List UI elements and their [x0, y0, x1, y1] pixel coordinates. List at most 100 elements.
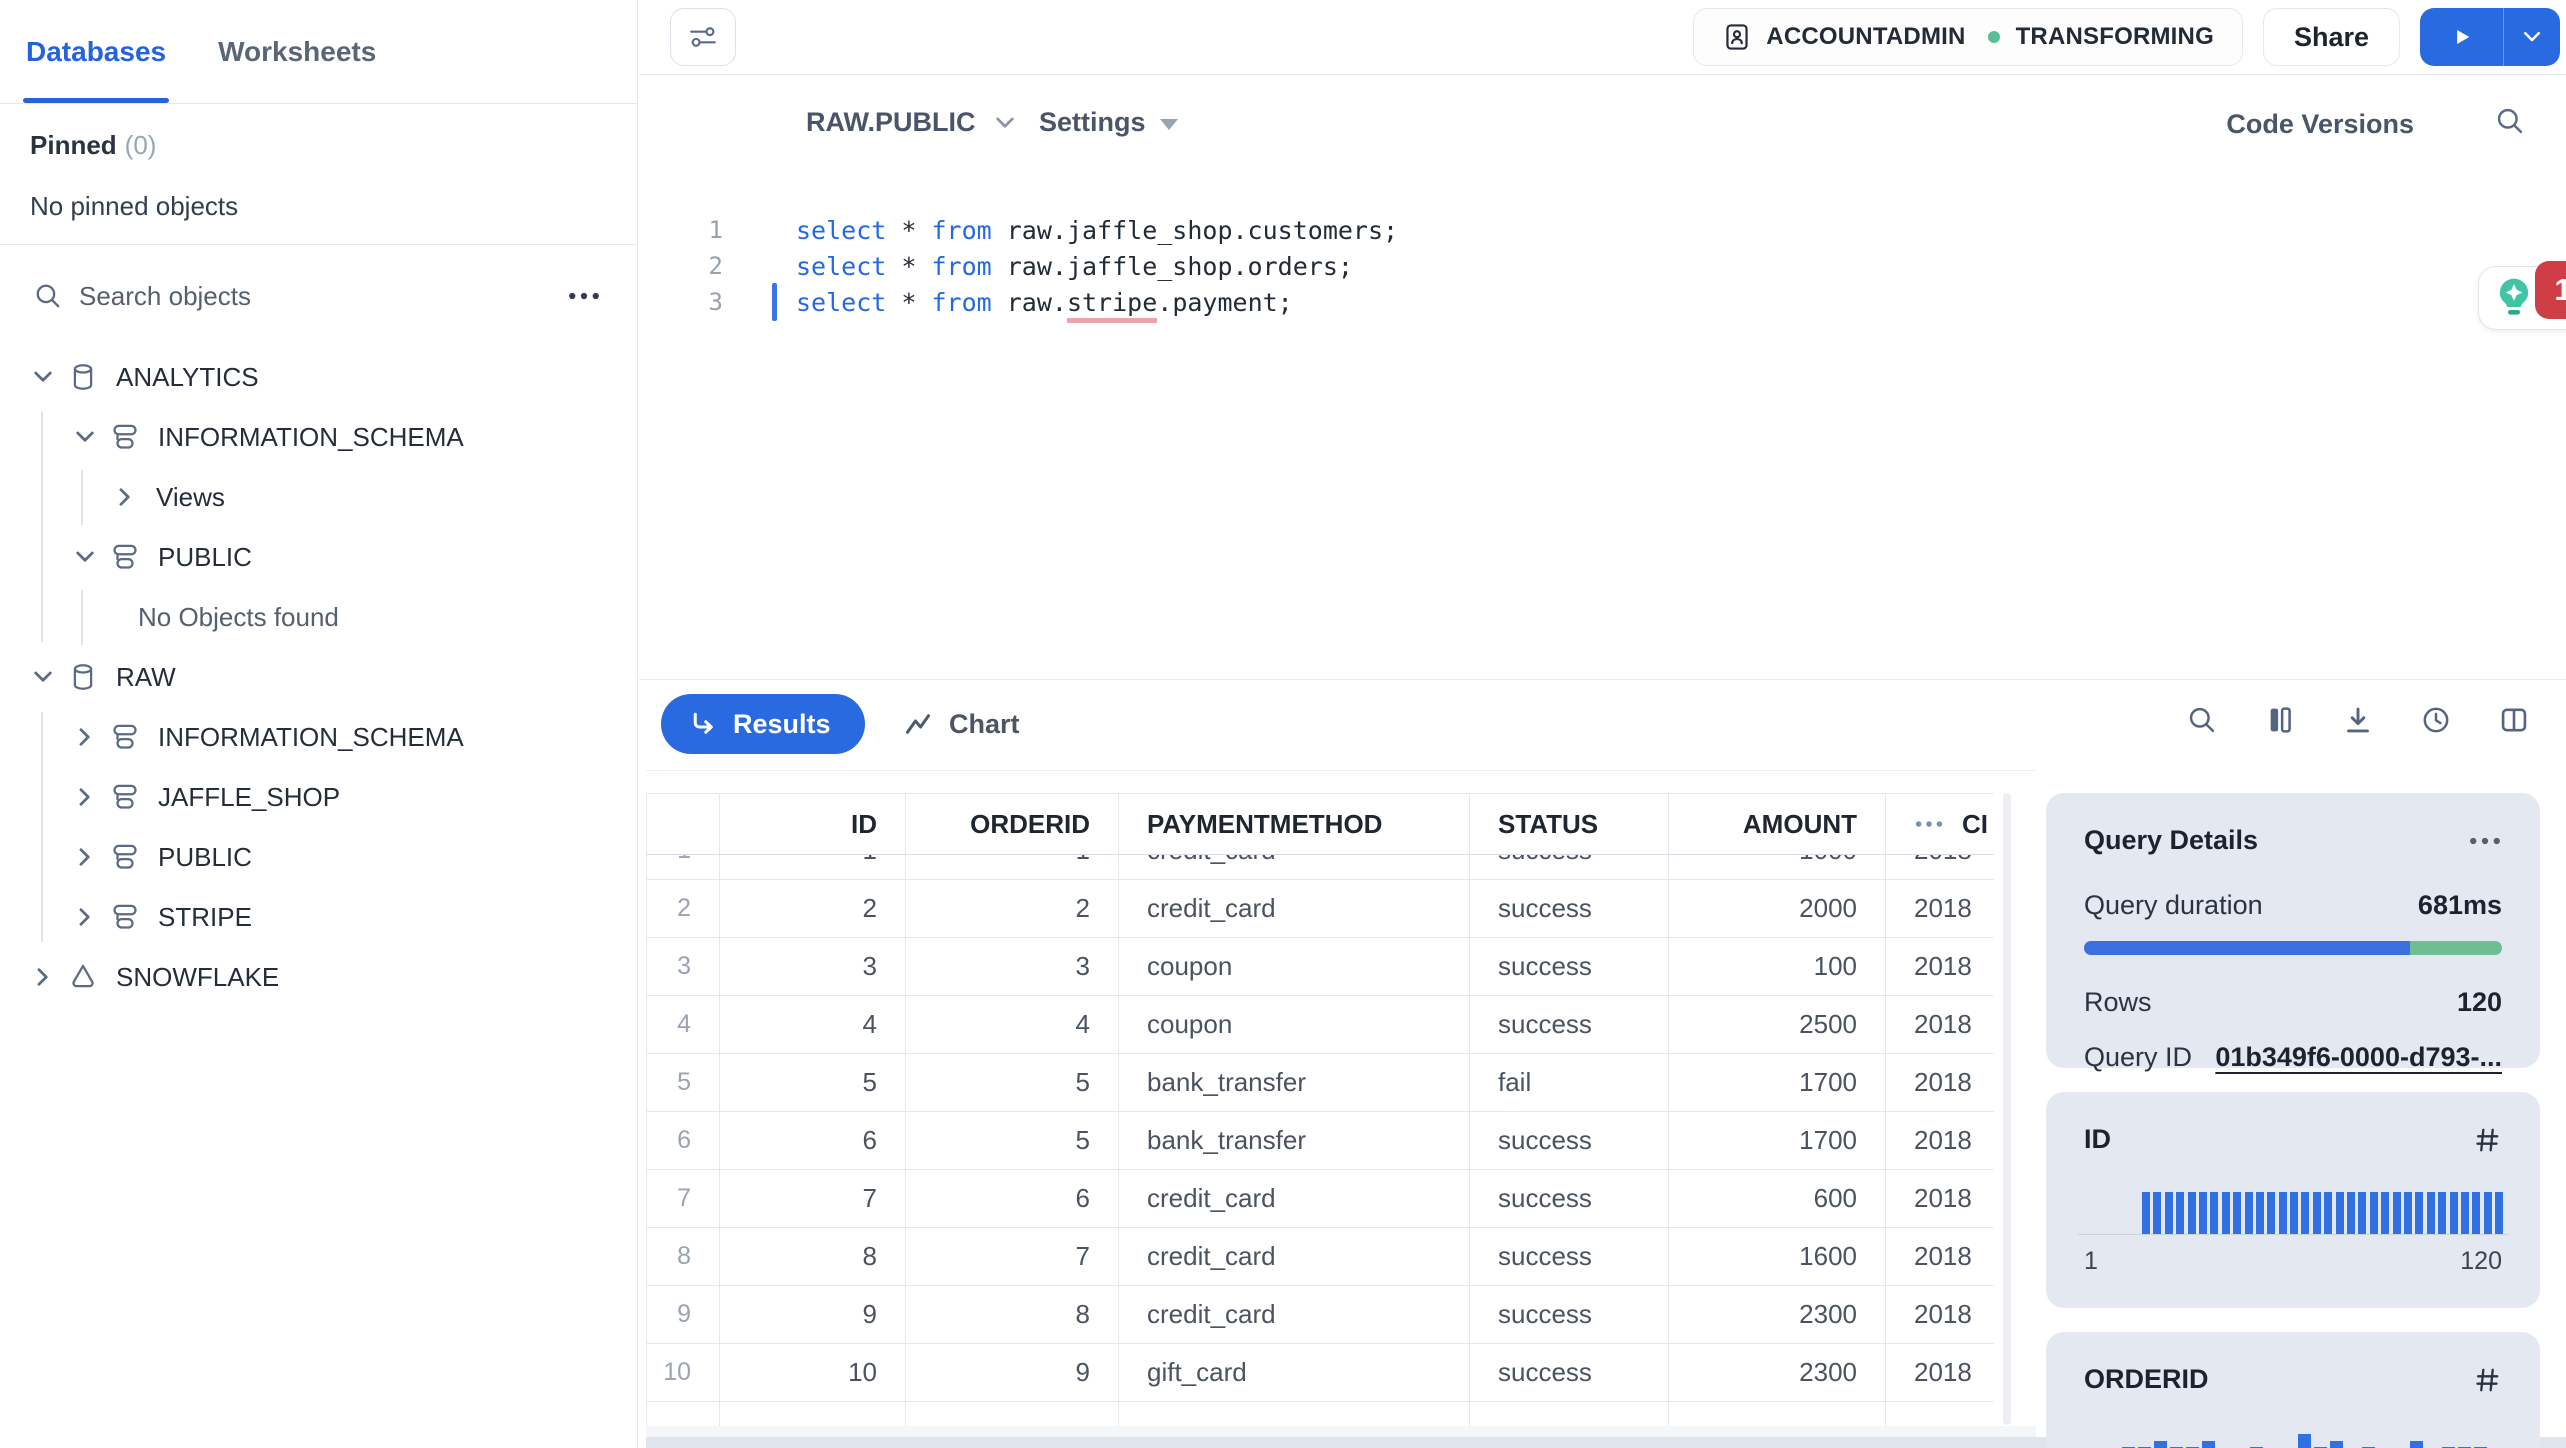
- results-actions: [2186, 704, 2530, 736]
- query-id-link[interactable]: 01b349f6-0000-d793-...: [2215, 1042, 2502, 1073]
- tab-chart[interactable]: Chart: [889, 694, 1034, 754]
- table-row[interactable]: 6 6 5 bank_transfer success 1700 2018: [646, 1112, 1994, 1170]
- histogram-max-label: 120: [2460, 1247, 2502, 1275]
- tree-item-snowflake[interactable]: SNOWFLAKE: [0, 947, 637, 1007]
- table-row[interactable]: 10 10 9 gift_card success 2300 2018: [646, 1344, 1994, 1402]
- editor-search-icon[interactable]: [2494, 105, 2526, 137]
- chevron-down-icon[interactable]: [72, 544, 98, 570]
- split-pane-icon[interactable]: [2498, 704, 2530, 736]
- chevron-right-icon[interactable]: [72, 784, 98, 810]
- histogram-bar: [2301, 1192, 2310, 1234]
- histogram-bar: [2495, 1192, 2504, 1234]
- tree-item-label: ANALYTICS: [116, 361, 259, 392]
- table-row[interactable]: 7 7 6 credit_card success 600 2018: [646, 1170, 1994, 1228]
- chevron-right-icon[interactable]: [72, 844, 98, 870]
- database-schema-selector[interactable]: RAW.PUBLIC: [806, 107, 1018, 138]
- database-icon: [68, 662, 98, 692]
- column-header-ci[interactable]: CI: [1886, 794, 1994, 854]
- table-cell: 5: [720, 1054, 906, 1111]
- column-header-id[interactable]: ID: [720, 794, 906, 854]
- tab-worksheets[interactable]: Worksheets: [218, 0, 376, 103]
- code-line[interactable]: 1 select * from raw.jaffle_shop.customers…: [639, 212, 2566, 248]
- table-row[interactable]: 9 9 8 credit_card success 2300 2018: [646, 1286, 1994, 1344]
- tree-item-analytics[interactable]: ANALYTICS: [0, 347, 637, 407]
- schema-icon: [110, 782, 140, 812]
- tree-item-label: Views: [156, 481, 225, 512]
- table-cell: 2018: [1886, 1344, 1994, 1401]
- tree-item-jaffle_shop[interactable]: JAFFLE_SHOP: [0, 767, 637, 827]
- tree-item-stripe[interactable]: STRIPE: [0, 887, 637, 947]
- table-cell: credit_card: [1119, 880, 1470, 937]
- histogram-bar: [2335, 1192, 2344, 1234]
- code-line[interactable]: 2 select * from raw.jaffle_shop.orders;: [639, 248, 2566, 284]
- table-cell: 2018: [1886, 1286, 1994, 1343]
- table-cell: success: [1470, 996, 1669, 1053]
- table-cell: success: [1470, 880, 1669, 937]
- chevron-down-icon[interactable]: [72, 424, 98, 450]
- table-cell: 9: [906, 1344, 1119, 1401]
- suggestion-pill[interactable]: 1: [2478, 261, 2566, 330]
- column-header-orderid[interactable]: ORDERID: [906, 794, 1119, 854]
- run-options-button[interactable]: [2504, 8, 2560, 66]
- role-warehouse-selector[interactable]: ACCOUNTADMIN TRANSFORMING: [1693, 8, 2243, 66]
- table-row[interactable]: [646, 1402, 1994, 1426]
- search-objects-input[interactable]: [79, 280, 567, 312]
- table-row[interactable]: 2 2 2 credit_card success 2000 2018: [646, 880, 1994, 938]
- chevron-right-icon[interactable]: [72, 904, 98, 930]
- schema-icon: [110, 842, 140, 872]
- context-label: RAW.PUBLIC: [806, 107, 976, 137]
- chevron-down-icon[interactable]: [30, 364, 56, 390]
- table-cell: 2300: [1669, 1344, 1886, 1401]
- table-row[interactable]: 4 4 4 coupon success 2500 2018: [646, 996, 1994, 1054]
- history-icon[interactable]: [2420, 704, 2452, 736]
- tree-item-label: PUBLIC: [158, 841, 252, 872]
- chevron-down-icon[interactable]: [30, 664, 56, 690]
- query-details-menu-icon[interactable]: [2468, 834, 2502, 848]
- column-header-amount[interactable]: AMOUNT: [1669, 794, 1886, 854]
- filters-button[interactable]: [670, 8, 736, 66]
- pinned-title-text: Pinned: [30, 130, 117, 160]
- table-row[interactable]: 3 3 3 coupon success 100 2018: [646, 938, 1994, 996]
- tree-item-information_schema[interactable]: INFORMATION_SCHEMA: [0, 407, 637, 467]
- sql-editor[interactable]: 1 select * from raw.jaffle_shop.customers…: [639, 180, 2566, 679]
- sql-keyword: select: [796, 287, 887, 317]
- triangle-down-icon: [1159, 119, 1178, 130]
- code-versions-link[interactable]: Code Versions: [2226, 109, 2414, 140]
- share-button[interactable]: Share: [2262, 8, 2400, 66]
- table-cell: 2: [906, 880, 1119, 937]
- tree-item-public[interactable]: PUBLIC: [0, 827, 637, 887]
- column-card-title: ID: [2084, 1124, 2111, 1154]
- schema-icon: [110, 902, 140, 932]
- column-menu-icon[interactable]: [1914, 816, 1944, 832]
- settings-menu[interactable]: Settings: [1039, 107, 1178, 138]
- chevron-right-icon[interactable]: [72, 724, 98, 750]
- tab-databases[interactable]: Databases: [23, 0, 170, 103]
- tree-item-raw[interactable]: RAW: [0, 647, 637, 707]
- tab-results[interactable]: Results: [661, 694, 865, 754]
- column-header-status[interactable]: STATUS: [1470, 794, 1669, 854]
- run-button[interactable]: [2420, 8, 2504, 66]
- search-options-icon[interactable]: [567, 281, 601, 311]
- tree-item-public[interactable]: PUBLIC: [0, 527, 637, 587]
- column-header-label: ID: [851, 808, 877, 839]
- table-cell: 3: [720, 938, 906, 995]
- vertical-scrollbar[interactable]: [2003, 793, 2011, 1425]
- search-results-icon[interactable]: [2186, 704, 2218, 736]
- table-cell: fail: [1470, 1054, 1669, 1111]
- column-header-paymentmethod[interactable]: PAYMENTMETHOD: [1119, 794, 1470, 854]
- results-grid[interactable]: IDORDERIDPAYMENTMETHODSTATUSAMOUNTCI 111…: [646, 793, 1994, 1426]
- tree-item-views[interactable]: Views: [0, 467, 637, 527]
- tree-item-label: PUBLIC: [158, 541, 252, 572]
- tree-item-information_schema[interactable]: INFORMATION_SCHEMA: [0, 707, 637, 767]
- results-tab-label: Results: [733, 708, 831, 739]
- chevron-right-icon[interactable]: [30, 964, 56, 990]
- table-row[interactable]: 8 8 7 credit_card success 1600 2018: [646, 1228, 1994, 1286]
- download-icon[interactable]: [2342, 704, 2374, 736]
- code-line[interactable]: 3 select * from raw.stripe.payment;: [639, 284, 2566, 323]
- code-lines: 1 select * from raw.jaffle_shop.customers…: [639, 212, 2566, 323]
- columns-icon[interactable]: [2264, 704, 2296, 736]
- rows-value: 120: [2456, 987, 2502, 1017]
- chevron-right-icon[interactable]: [112, 484, 138, 510]
- query-duration-value: 681ms: [2417, 890, 2502, 920]
- table-row[interactable]: 5 5 5 bank_transfer fail 1700 2018: [646, 1054, 1994, 1112]
